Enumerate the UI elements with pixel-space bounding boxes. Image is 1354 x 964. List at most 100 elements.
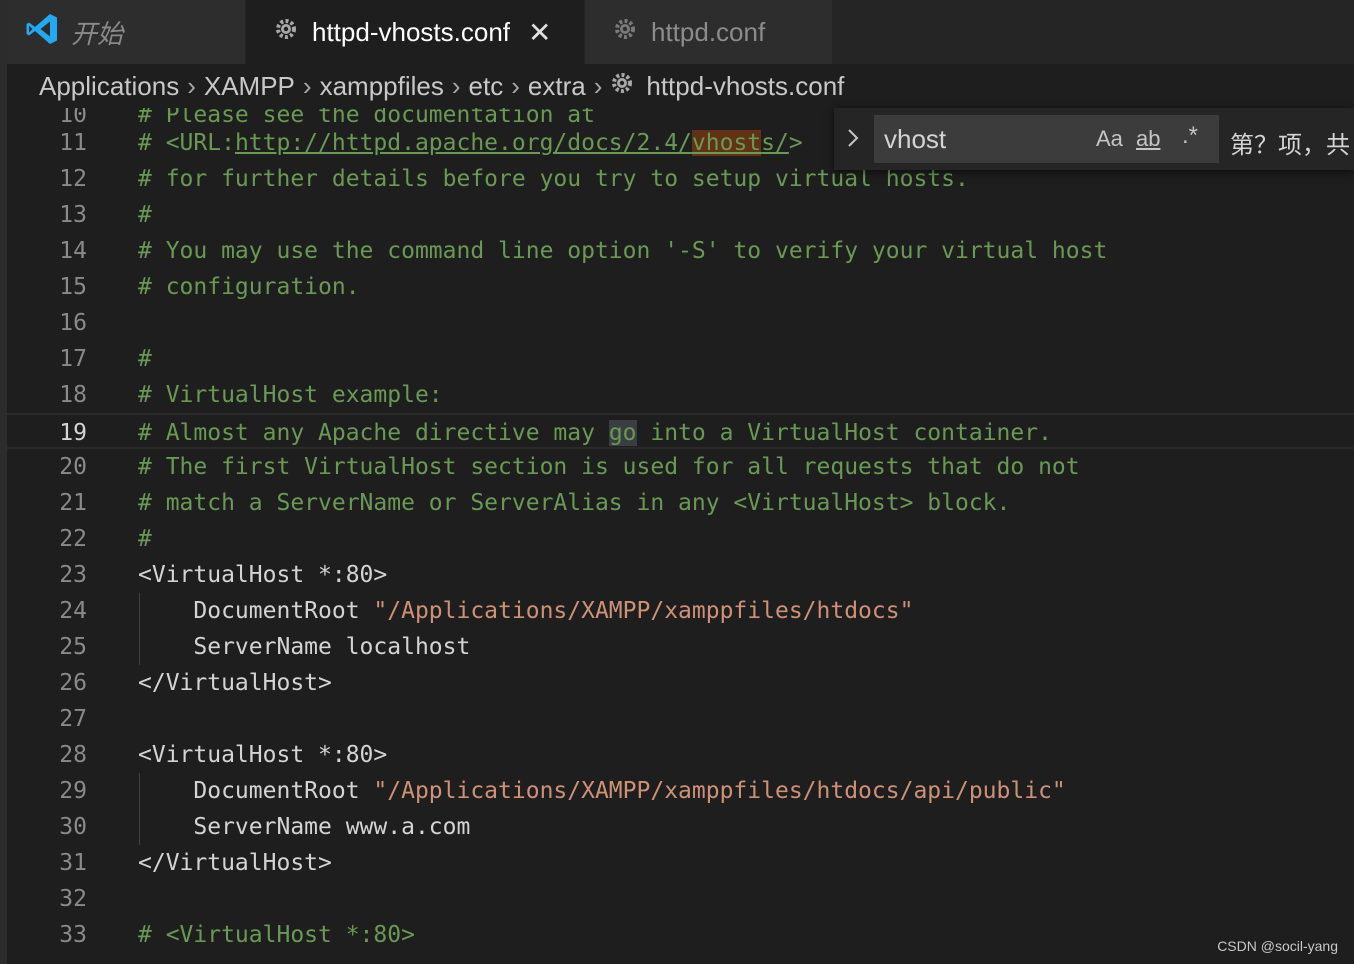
string-value: "/Applications/XAMPP/xamppfiles/htdocs/a… — [373, 778, 1066, 804]
code-line: 15 # configuration. — [7, 269, 1354, 305]
toggle-replace-icon[interactable] — [846, 126, 860, 157]
comment-prefix: # Almost any Apache directive may — [138, 420, 609, 446]
breadcrumb-item[interactable]: xamppfiles — [320, 71, 444, 102]
line-number: 19 — [59, 420, 87, 446]
line-number: 31 — [59, 850, 87, 876]
code-text: </VirtualHost> — [138, 670, 332, 696]
line-number: 13 — [59, 202, 87, 228]
line-number: 26 — [59, 670, 87, 696]
code-text: <VirtualHost *:80> — [138, 742, 388, 768]
tab-httpd-vhosts[interactable]: httpd-vhosts.conf ✕ — [246, 0, 584, 64]
code-line: 32 — [7, 881, 1354, 917]
find-result-count: 第？项，共 — [1230, 132, 1350, 159]
code-text: # match a ServerName or ServerAlias in a… — [138, 490, 1011, 516]
chevron-right-icon: › — [593, 70, 603, 101]
code-line: 29 DocumentRoot "/Applications/XAMPP/xam… — [7, 773, 1354, 809]
code-text: DocumentRoot "/Applications/XAMPP/xamppf… — [138, 773, 1066, 809]
code-line: 13 # — [7, 197, 1354, 233]
line-number: 24 — [59, 598, 87, 624]
line-number: 22 — [59, 526, 87, 552]
code-text: ServerName localhost — [138, 634, 471, 660]
code-line: 14 # You may use the command line option … — [7, 233, 1354, 269]
code-line: 28 <VirtualHost *:80> — [7, 737, 1354, 773]
line-number: 28 — [59, 742, 87, 768]
url-link[interactable]: http://httpd.apache.org/docs/2.4/ — [235, 130, 692, 156]
tab-bar: 开始 httpd-vhosts.conf ✕ httpd.conf — [7, 0, 1354, 64]
url-link[interactable]: s/ — [761, 130, 789, 156]
line-number: 33 — [59, 922, 87, 948]
code-line: 18 # VirtualHost example: — [7, 377, 1354, 413]
code-line: 27 — [7, 701, 1354, 737]
code-line: 20 # The first VirtualHost section is use… — [7, 449, 1354, 485]
find-widget: Aa ab .* 第？项，共 — [834, 108, 1354, 170]
code-line: 16 — [7, 305, 1354, 341]
code-line: 25 ServerName localhost — [7, 629, 1354, 665]
code-text: # <VirtualHost *:80> — [138, 922, 415, 948]
code-text: DocumentRoot "/Applications/XAMPP/xamppf… — [138, 593, 913, 629]
vscode-logo-icon — [25, 12, 59, 53]
code-line: 17 # — [7, 341, 1354, 377]
tab-start-label: 开始 — [71, 18, 124, 49]
line-number: 15 — [59, 274, 87, 300]
line-number: 27 — [59, 706, 87, 732]
line-number: 25 — [59, 634, 87, 660]
code-text: # — [138, 202, 152, 228]
selected-text: go — [608, 420, 637, 446]
code-editor[interactable]: 10 # Please see the documentation at 11 # <… — [7, 108, 1354, 964]
code-line: 23 <VirtualHost *:80> — [7, 557, 1354, 593]
line-number: 30 — [59, 814, 87, 840]
breadcrumb: Applications › XAMPP › xamppfiles › etc … — [7, 64, 1354, 108]
line-number: 17 — [59, 346, 87, 372]
chevron-right-icon: › — [187, 70, 196, 101]
gear-icon — [274, 17, 298, 48]
code-text: # Almost any Apache directive may go int… — [138, 415, 1052, 451]
line-number: 16 — [59, 310, 87, 336]
code-text: # You may use the command line option '-… — [138, 238, 1108, 264]
code-line: 30 ServerName www.a.com — [7, 809, 1354, 845]
gear-icon — [610, 71, 634, 102]
tab-start[interactable]: 开始 — [7, 0, 245, 64]
breadcrumb-item[interactable]: XAMPP — [204, 71, 295, 102]
code-line: 33 # <VirtualHost *:80> — [7, 917, 1354, 953]
line-number: 11 — [59, 130, 87, 156]
code-text: # — [138, 526, 152, 552]
code-line: 22 # — [7, 521, 1354, 557]
line-number: 32 — [59, 886, 87, 912]
line-number: 18 — [59, 382, 87, 408]
code-text: <VirtualHost *:80> — [138, 562, 388, 588]
code-line: 26 </VirtualHost> — [7, 665, 1354, 701]
code-text: </VirtualHost> — [138, 850, 332, 876]
chevron-right-icon: › — [302, 70, 312, 101]
breadcrumb-item[interactable]: etc — [469, 71, 504, 102]
line-number: 21 — [59, 490, 87, 516]
breadcrumb-item[interactable]: httpd-vhosts.conf — [646, 71, 844, 102]
line-number: 20 — [59, 454, 87, 480]
comment-prefix: # <URL: — [138, 130, 235, 156]
breadcrumb-item[interactable]: extra — [528, 71, 586, 102]
tab-label: httpd-vhosts.conf — [312, 16, 510, 47]
tab-label: httpd.conf — [651, 16, 766, 47]
chevron-right-icon: › — [511, 70, 520, 101]
code-text: # — [138, 346, 152, 372]
window-edge — [0, 0, 7, 964]
whole-word-button[interactable]: ab — [1136, 126, 1160, 152]
comment-suffix: into a VirtualHost container. — [636, 420, 1052, 446]
regex-button[interactable]: .* — [1182, 122, 1198, 150]
string-value: "/Applications/XAMPP/xamppfiles/htdocs" — [373, 598, 914, 624]
line-number: 14 — [59, 238, 87, 264]
tab-httpd-conf[interactable]: httpd.conf — [585, 0, 832, 64]
code-text: # The first VirtualHost section is used … — [138, 454, 1080, 480]
comment-suffix: > — [788, 130, 803, 156]
directive-name: DocumentRoot — [138, 598, 374, 624]
match-case-button[interactable]: Aa — [1096, 126, 1123, 152]
code-line: 31 </VirtualHost> — [7, 845, 1354, 881]
line-number: 12 — [59, 166, 87, 192]
code-text: # <URL:http://httpd.apache.org/docs/2.4/… — [138, 125, 803, 161]
line-number: 23 — [59, 562, 87, 588]
breadcrumb-item[interactable]: Applications — [39, 71, 179, 102]
code-text: # VirtualHost example: — [138, 382, 443, 408]
find-input[interactable] — [874, 115, 1219, 163]
code-line: 24 DocumentRoot "/Applications/XAMPP/xam… — [7, 593, 1354, 629]
watermark: CSDN @socil-yang — [1217, 938, 1338, 954]
close-icon[interactable]: ✕ — [528, 16, 551, 49]
